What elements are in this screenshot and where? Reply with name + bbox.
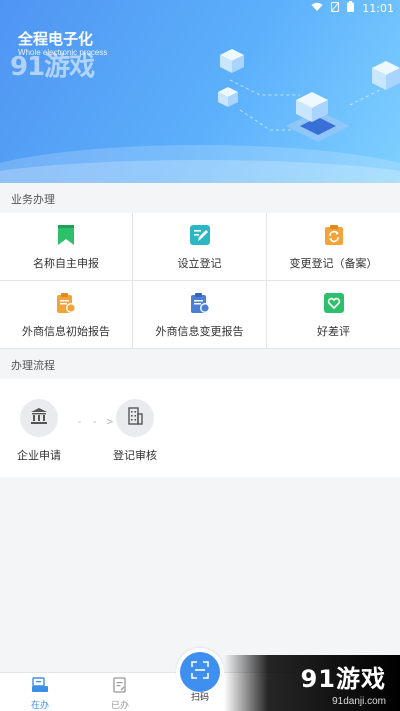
- service-label: 名称自主申报: [33, 256, 99, 270]
- process-step-review: 登记审核: [100, 399, 170, 463]
- service-rating[interactable]: 好差评: [267, 281, 400, 349]
- tab-label: 在办: [30, 701, 49, 711]
- process-flow: 企业申请 - - > 登记审核: [0, 379, 400, 477]
- step-circle: [20, 399, 58, 437]
- hero-banner: 91游戏 全程电子化 Whole electronic process: [0, 0, 400, 183]
- tab-done[interactable]: 已办: [90, 677, 150, 711]
- service-label: 外商信息变更报告: [155, 324, 244, 338]
- status-bar: 11:01: [0, 0, 400, 16]
- watermark-overlay: 91游戏 91danji.com: [224, 655, 400, 711]
- step-label: 企业申请: [17, 449, 61, 462]
- cubes-illustration: [218, 49, 400, 142]
- service-name-declaration[interactable]: 名称自主申报: [0, 213, 133, 281]
- hero-subtitle: Whole electronic process: [18, 48, 108, 57]
- service-foreign-change-report[interactable]: 外商信息变更报告: [133, 281, 267, 349]
- services-section-title: 业务办理: [0, 185, 400, 213]
- building-icon: [126, 407, 144, 429]
- scan-label: 扫码: [190, 693, 209, 703]
- in-progress-icon: [31, 677, 49, 696]
- service-label: 好差评: [317, 324, 350, 338]
- tab-label: 已办: [110, 701, 129, 711]
- watermark-site: 91danji.com: [332, 696, 386, 707]
- step-circle: [116, 399, 154, 437]
- scan-button[interactable]: [180, 652, 220, 692]
- service-foreign-initial-report[interactable]: 外商信息初始报告: [0, 281, 133, 349]
- edit-document-icon: [188, 223, 212, 247]
- scan-icon: [191, 661, 209, 683]
- report-clipboard-icon: [54, 291, 78, 315]
- no-sim-icon: [330, 1, 340, 15]
- services-grid: 名称自主申报 设立登记 变更登记（备案） 外商信息初始报告 外商信息变更报告 好…: [0, 213, 400, 349]
- percent-clipboard-icon: [188, 291, 212, 315]
- process-section-title: 办理流程: [0, 351, 400, 379]
- hero-title: 全程电子化: [18, 30, 94, 48]
- bookmark-icon: [54, 223, 78, 247]
- bank-icon: [30, 407, 48, 429]
- service-establishment-registration[interactable]: 设立登记: [133, 213, 267, 281]
- service-label: 设立登记: [177, 256, 222, 270]
- process-step-apply: 企业申请: [4, 399, 74, 463]
- step-label: 登记审核: [113, 449, 157, 462]
- scan-button-ring: [176, 648, 224, 696]
- wifi-icon: [311, 2, 323, 15]
- watermark-brand: 91游戏: [300, 665, 386, 693]
- battery-icon: [347, 1, 355, 15]
- refresh-clipboard-icon: [322, 223, 346, 247]
- service-label: 外商信息初始报告: [22, 324, 110, 338]
- tab-in-progress[interactable]: 在办: [10, 677, 70, 711]
- done-icon: [112, 677, 128, 696]
- rating-heart-icon: [322, 291, 346, 315]
- service-change-registration[interactable]: 变更登记（备案）: [267, 213, 400, 281]
- service-label: 变更登记（备案）: [289, 256, 378, 270]
- clock-time: 11:01: [362, 1, 394, 15]
